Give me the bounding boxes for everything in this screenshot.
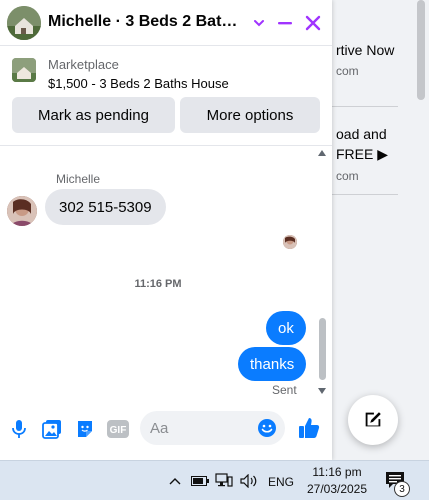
show-hidden-icons-icon[interactable] [166,472,184,490]
compose-icon [365,412,381,427]
read-receipt-avatar [283,235,297,249]
ad-2-domain: com [336,169,359,183]
message-scrollbar-thumb[interactable] [319,318,326,380]
sponsored-ad-2[interactable]: oad and FREE ▶ com [336,126,388,183]
sticker-icon[interactable] [74,418,96,440]
microphone-icon[interactable] [8,418,30,440]
divider [332,106,398,107]
clock-time: 11:16 pm [312,465,362,479]
close-icon[interactable] [300,10,326,36]
message-scrollbar[interactable] [316,146,328,398]
chevron-down-icon[interactable] [246,10,272,36]
minimize-icon[interactable] [272,10,298,36]
scroll-down-arrow-icon[interactable] [318,388,326,394]
message-timestamp: 11:16 PM [134,278,182,290]
incoming-message[interactable]: 302 515-5309 [45,189,166,225]
mark-as-pending-button[interactable]: Mark as pending [12,97,175,133]
profile-photo-icon [7,196,37,226]
marketplace-listing: Marketplace $1,500 - 3 Beds 2 Baths Hous… [0,46,332,146]
listing-title[interactable]: $1,500 - 3 Beds 2 Baths House [48,76,229,91]
message-input[interactable] [150,411,250,445]
language-indicator[interactable]: ENG [268,475,294,489]
more-options-button[interactable]: More options [180,97,320,133]
chat-window: Michelle · 3 Beds 2 Baths ... Marketplac… [0,0,332,460]
house-photo-icon [12,58,36,82]
delivery-status: Sent [272,383,297,397]
ad-2-text-2: FREE ▶ [336,146,388,162]
taskbar: ENG 11:16 pm 27/03/2025 3 [0,460,429,500]
house-photo-icon [7,6,41,40]
clock-date: 27/03/2025 [306,482,368,496]
gif-label: GIF [110,425,127,436]
outgoing-message[interactable]: thanks [238,347,307,381]
divider [332,194,398,195]
ad-1-text: rtive Now [336,42,395,58]
gallery-icon[interactable] [41,418,63,440]
thumbs-up-icon[interactable] [296,415,322,441]
listing-thumbnail[interactable] [12,58,36,82]
sponsored-ad-1[interactable]: rtive Now com [336,42,394,78]
page-scrollbar[interactable] [414,0,429,460]
chat-header: Michelle · 3 Beds 2 Baths ... [0,0,332,46]
clock[interactable]: 11:16 pm 27/03/2025 [304,464,370,498]
listing-source: Marketplace [48,57,119,72]
scroll-up-arrow-icon[interactable] [318,150,326,156]
gif-icon[interactable]: GIF [106,418,130,440]
message-input-box[interactable] [140,411,285,445]
outgoing-message[interactable]: ok [266,311,306,345]
battery-icon[interactable] [191,472,209,490]
message-thread: Michelle 302 515-5309 11:16 PM ok thanks… [0,146,332,398]
ad-1-domain: com [336,64,359,78]
chat-title[interactable]: Michelle · 3 Beds 2 Baths ... [48,13,243,31]
screen: rtive Now com oad and FREE ▶ com Michell… [0,0,429,500]
network-icon[interactable] [215,472,233,490]
new-message-button[interactable] [348,395,398,445]
avatar[interactable] [7,196,37,226]
sender-name: Michelle [56,172,101,186]
speaker-icon[interactable] [240,472,258,490]
emoji-icon[interactable] [256,417,278,439]
notification-count-badge: 3 [394,481,410,497]
page-scrollbar-thumb[interactable] [417,0,425,100]
ad-2-text: oad and [336,126,387,142]
avatar[interactable] [7,6,41,40]
message-composer: GIF [0,398,332,460]
